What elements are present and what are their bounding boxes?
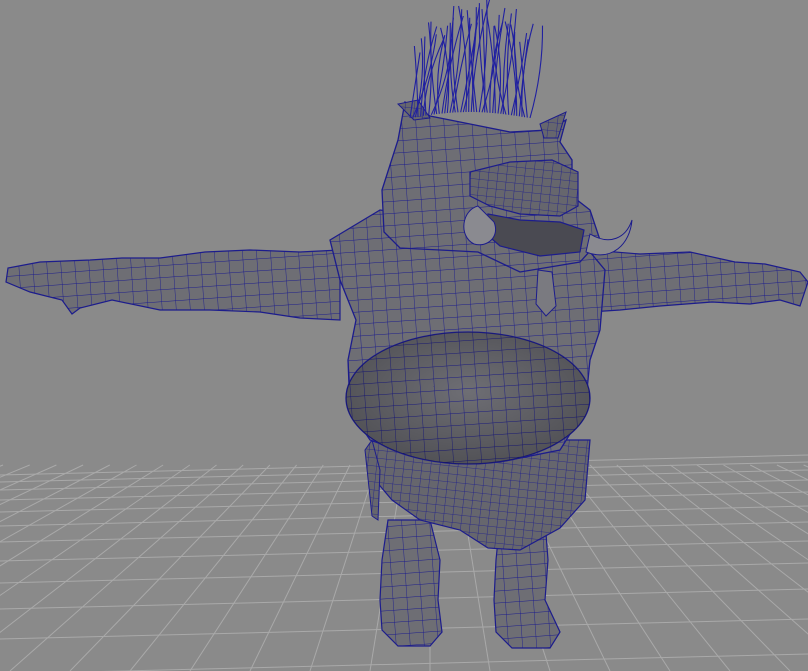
- mohawk-hair: [409, 0, 544, 119]
- left-leg: [379, 519, 443, 647]
- 3d-viewport[interactable]: [0, 0, 808, 671]
- right-arm: [589, 249, 808, 313]
- viewport-canvas[interactable]: [0, 0, 808, 671]
- left-arm: [5, 249, 341, 321]
- character-mesh[interactable]: [5, 0, 808, 649]
